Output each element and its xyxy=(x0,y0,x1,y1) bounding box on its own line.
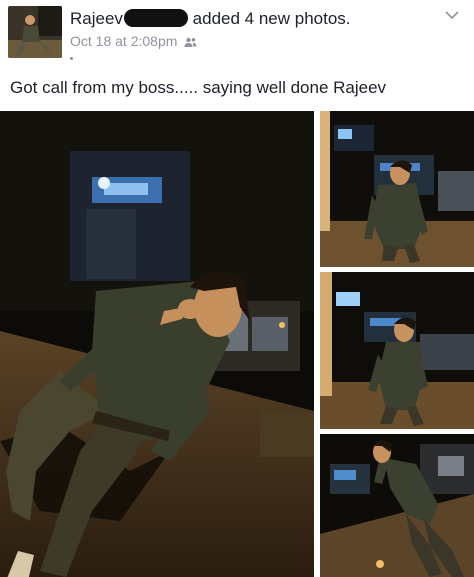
redaction-mark xyxy=(123,9,188,27)
avatar[interactable] xyxy=(8,6,62,58)
chevron-down-icon[interactable] xyxy=(444,8,460,20)
post-timestamp[interactable]: Oct 18 at 2:08pm xyxy=(70,33,177,49)
main-photo[interactable] xyxy=(0,111,314,577)
post-action: added 4 new photos. xyxy=(192,9,351,28)
author-line: Rajeev added 4 new photos. xyxy=(70,9,351,29)
post-header: Rajeev added 4 new photos. Oct 18 at 2:0… xyxy=(0,0,474,70)
post-message: Got call from my boss..... saying well d… xyxy=(10,78,387,97)
thumbnail-2[interactable] xyxy=(320,272,474,429)
friends-icon[interactable] xyxy=(184,35,197,51)
photo-grid xyxy=(0,111,474,577)
post-meta: Oct 18 at 2:08pm xyxy=(70,33,197,51)
author-name[interactable]: Rajeev xyxy=(70,9,123,28)
thumbnail-1[interactable] xyxy=(320,111,474,267)
thumbnail-3[interactable] xyxy=(320,434,474,577)
separator-dot xyxy=(70,57,73,60)
